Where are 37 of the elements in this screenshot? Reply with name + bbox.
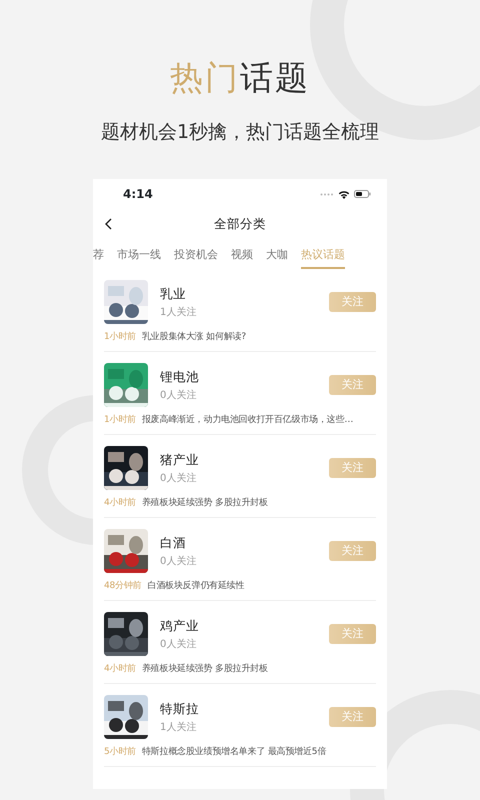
- status-time: 4:14: [123, 186, 153, 203]
- post-time: 4小时前: [104, 664, 136, 674]
- news-headline[interactable]: 报废高峰渐近，动力电池回收打开百亿级市场，这些…: [142, 415, 354, 425]
- category-tab[interactable]: 市场一线: [117, 240, 161, 269]
- signal-icon: [320, 192, 334, 196]
- post-time: 4小时前: [104, 498, 136, 508]
- follower-count: 1人关注: [160, 720, 198, 734]
- follower-count: 0人关注: [160, 638, 198, 652]
- follower-count: 0人关注: [160, 554, 198, 568]
- news-headline[interactable]: 养殖板块延续强势 多股拉升封板: [142, 498, 268, 508]
- topic-name: 特斯拉: [160, 700, 200, 716]
- post-time: 1小时前: [104, 415, 136, 425]
- category-tab[interactable]: 荐: [93, 240, 104, 269]
- screen-title: 全部分类: [214, 214, 266, 233]
- post-time: 1小时前: [104, 332, 136, 342]
- topic-name: 白酒: [160, 534, 187, 550]
- topic-name: 乳业: [160, 284, 187, 302]
- topic-name: 鸡产业: [160, 616, 200, 634]
- follower-count: 1人关注: [160, 306, 198, 320]
- topic-name: 猪产业: [160, 450, 200, 468]
- follower-count: 0人关注: [160, 388, 198, 402]
- news-headline[interactable]: 特斯拉概念股业绩预增名单来了 最高预增近5倍: [142, 747, 326, 757]
- category-tab[interactable]: 视频: [231, 240, 253, 269]
- page-subtitle: 题材机会1秒擒，热门话题全梳理: [100, 120, 380, 145]
- news-headline[interactable]: 乳业股集体大涨 如何解读?: [142, 332, 246, 342]
- news-headline[interactable]: 养殖板块延续强势 多股拉升封板: [142, 664, 268, 674]
- page-headline: 热门话题: [170, 57, 310, 99]
- post-time: 5小时前: [104, 747, 136, 757]
- back-icon[interactable]: [105, 218, 112, 230]
- follower-count: 0人关注: [160, 472, 198, 486]
- post-time: 48分钟前: [104, 581, 142, 591]
- wifi-icon: [338, 190, 350, 198]
- topic-name: 锂电池: [160, 368, 200, 384]
- category-tab[interactable]: 投资机会: [174, 240, 218, 269]
- news-headline[interactable]: 白酒板块反弹仍有延续性: [147, 581, 244, 591]
- category-tab[interactable]: 大咖: [266, 240, 288, 269]
- battery-icon: [354, 190, 371, 198]
